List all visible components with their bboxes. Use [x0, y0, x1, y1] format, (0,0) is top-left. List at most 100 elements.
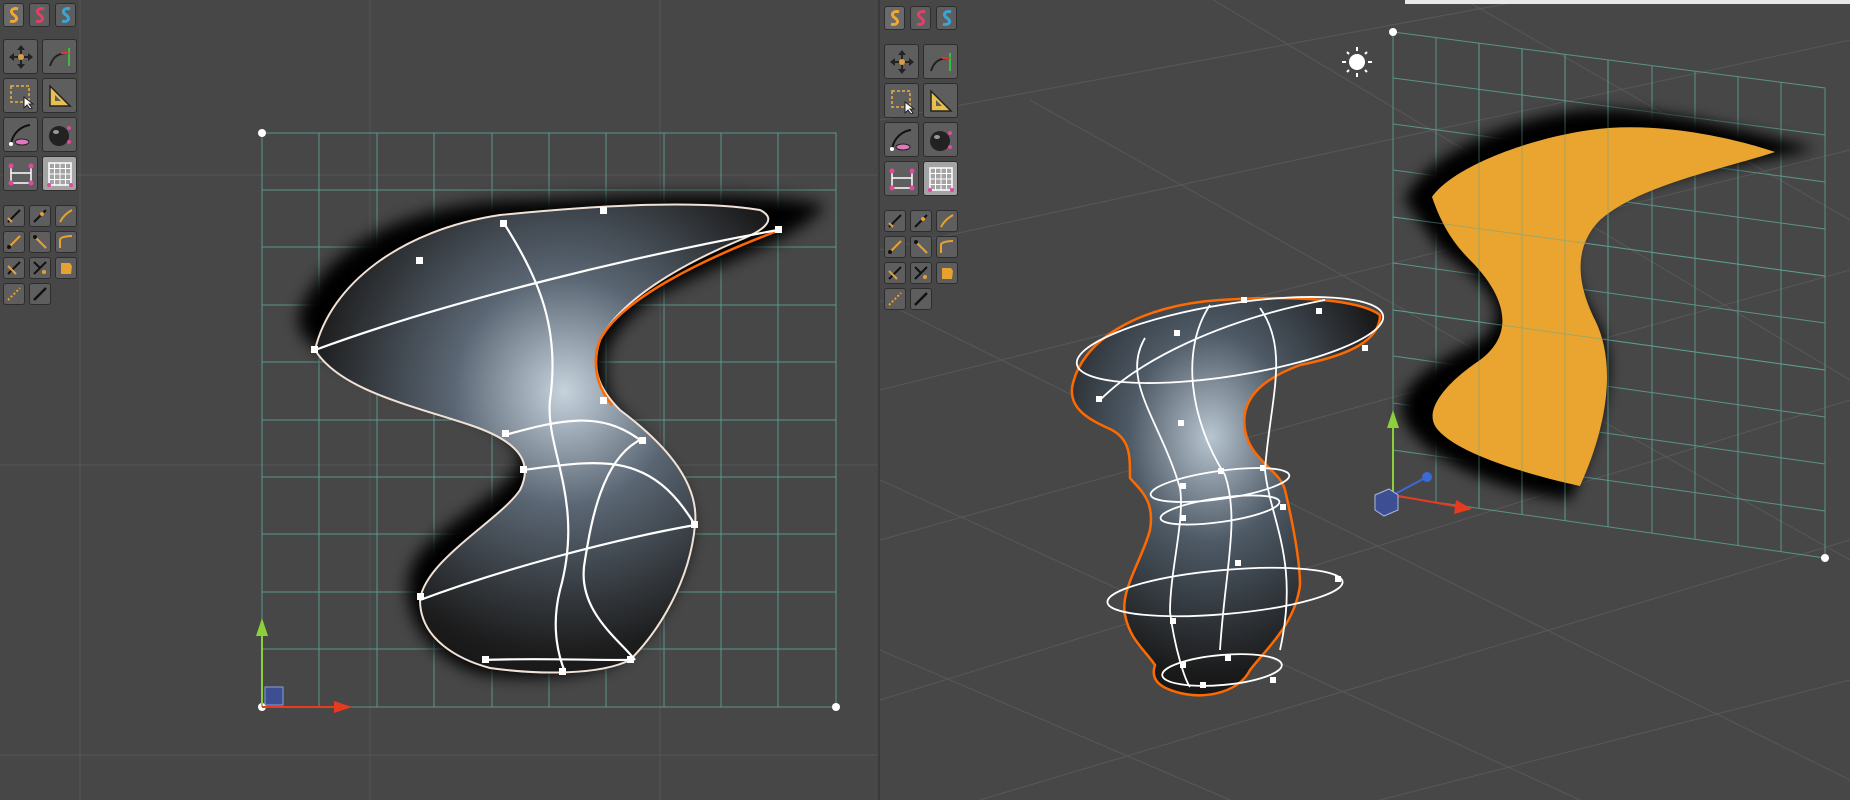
category-mesh-button[interactable]: [55, 3, 76, 27]
grid-button[interactable]: [923, 161, 958, 196]
brush-h-icon: [914, 266, 928, 280]
fill-icon: [61, 263, 72, 274]
brush-b-button[interactable]: [29, 205, 51, 227]
shade-sphere-icon: [48, 125, 71, 146]
brush-f-icon: [59, 235, 73, 248]
brush-i-button[interactable]: [884, 288, 906, 310]
symmetry-icon: [8, 163, 33, 185]
brush-a-button[interactable]: [3, 205, 25, 227]
surface-s-icon: [9, 7, 18, 23]
sun-light-icon[interactable]: [1342, 47, 1372, 77]
front-view-scene[interactable]: [0, 0, 878, 800]
brush-j-icon: [33, 287, 47, 301]
brush-f-icon: [940, 240, 954, 253]
brush-a-button[interactable]: [884, 210, 906, 232]
sculpt-s-icon: [35, 7, 44, 23]
axis-gizmo-icon[interactable]: [256, 618, 352, 713]
brush-f-button[interactable]: [55, 231, 77, 253]
grid-button[interactable]: [42, 156, 77, 191]
mesh-s-icon: [942, 10, 951, 26]
wall-corner-handles[interactable]: [1389, 28, 1829, 562]
category-mesh-button[interactable]: [936, 6, 957, 30]
category-surface-button[interactable]: [884, 6, 905, 30]
brush-j-button[interactable]: [910, 288, 932, 310]
category-sculpt-button[interactable]: [910, 6, 931, 30]
perspective-view-scene[interactable]: [880, 0, 1850, 800]
grid-icon: [927, 166, 954, 192]
brush-f-button[interactable]: [936, 236, 958, 258]
mesh-s-icon: [61, 7, 70, 23]
brush-d-button[interactable]: [3, 231, 25, 253]
symmetry-button[interactable]: [3, 156, 38, 191]
brush-a-icon: [7, 209, 21, 223]
fill-button[interactable]: [936, 262, 958, 284]
brush-a-icon: [888, 214, 902, 228]
draw-curve-icon: [48, 47, 70, 66]
shade-sphere-icon: [929, 130, 952, 151]
brush-g-icon: [888, 266, 902, 280]
brush-h-button[interactable]: [910, 262, 932, 284]
symmetry-button[interactable]: [884, 161, 919, 196]
select-region-icon: [890, 89, 915, 114]
brush-g-button[interactable]: [884, 262, 906, 284]
brush-h-button[interactable]: [29, 257, 51, 279]
origin-cube-icon[interactable]: [264, 686, 284, 706]
draw-curve-button[interactable]: [42, 39, 77, 74]
brush-e-icon: [914, 240, 928, 254]
brush-i-button[interactable]: [3, 283, 25, 305]
front-viewport[interactable]: [0, 0, 878, 800]
category-surface-button[interactable]: [3, 3, 24, 27]
category-sculpt-button[interactable]: [29, 3, 50, 27]
brush-d-icon: [888, 240, 902, 254]
sculpt-brush-button[interactable]: [884, 122, 919, 157]
select-region-button[interactable]: [3, 78, 38, 113]
measure-button[interactable]: [42, 78, 77, 113]
perspective-viewport[interactable]: [880, 0, 1850, 800]
brush-b-button[interactable]: [910, 210, 932, 232]
brush-d-icon: [7, 235, 21, 249]
surface-s-icon: [890, 10, 899, 26]
shade-sphere-button[interactable]: [42, 117, 77, 152]
brush-c-icon: [59, 209, 73, 223]
sculpt-brush-icon: [889, 128, 911, 151]
select-region-icon: [9, 84, 34, 109]
move-tool-button[interactable]: [884, 44, 919, 79]
move-tool-icon: [889, 49, 914, 74]
brush-d-button[interactable]: [884, 236, 906, 258]
sculpt-brush-button[interactable]: [3, 117, 38, 152]
symmetry-icon: [889, 168, 914, 190]
brush-i-icon: [7, 287, 21, 301]
brush-e-button[interactable]: [910, 236, 932, 258]
top-edge-strip: [1405, 0, 1850, 4]
brush-j-button[interactable]: [29, 283, 51, 305]
fill-icon: [942, 268, 953, 279]
draw-curve-icon: [929, 52, 951, 71]
measure-icon: [929, 88, 953, 112]
shade-sphere-button[interactable]: [923, 122, 958, 157]
brush-e-button[interactable]: [29, 231, 51, 253]
brush-i-icon: [888, 292, 902, 306]
brush-g-icon: [7, 261, 21, 275]
origin-cube-icon[interactable]: [1374, 488, 1399, 517]
grid-icon: [46, 161, 73, 187]
draw-curve-button[interactable]: [923, 44, 958, 79]
brush-g-button[interactable]: [3, 257, 25, 279]
measure-button[interactable]: [923, 83, 958, 118]
sculpt-brush-icon: [8, 123, 30, 146]
fill-button[interactable]: [55, 257, 77, 279]
move-tool-icon: [8, 44, 33, 69]
brush-c-button[interactable]: [55, 205, 77, 227]
category-buttons-row: [3, 3, 81, 27]
brush-j-icon: [914, 292, 928, 306]
select-region-button[interactable]: [884, 83, 919, 118]
move-tool-button[interactable]: [3, 39, 38, 74]
brush-c-icon: [940, 214, 954, 228]
brush-e-icon: [33, 235, 47, 249]
measure-icon: [48, 83, 72, 107]
brush-h-icon: [33, 261, 47, 275]
brush-c-button[interactable]: [936, 210, 958, 232]
brush-b-icon: [33, 209, 47, 223]
sculpt-s-icon: [916, 10, 925, 26]
brush-b-icon: [914, 214, 928, 228]
surface-body[interactable]: [313, 203, 770, 674]
